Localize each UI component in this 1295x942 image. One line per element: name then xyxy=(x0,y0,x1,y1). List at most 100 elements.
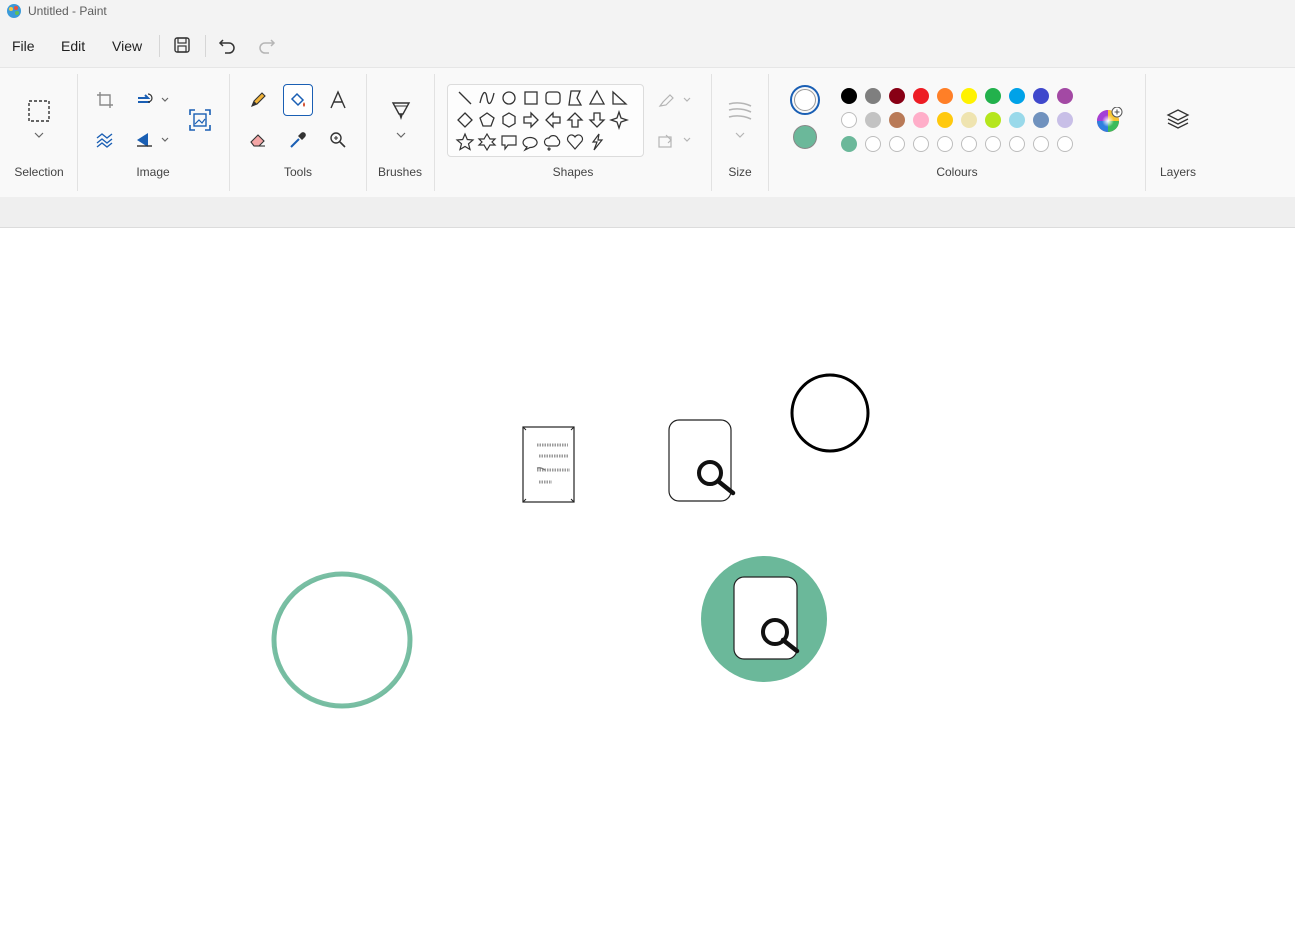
chevron-down-icon[interactable] xyxy=(682,136,692,144)
selection-rectangle-icon xyxy=(28,100,50,122)
five-point-star-shape-icon[interactable] xyxy=(455,132,475,152)
heart-shape-icon[interactable] xyxy=(565,132,585,152)
crop-button[interactable] xyxy=(90,85,120,115)
image-generator-button[interactable] xyxy=(185,105,215,135)
colour-swatch[interactable] xyxy=(913,88,929,104)
right-triangle-shape-icon[interactable] xyxy=(609,88,629,108)
file-menu[interactable]: File xyxy=(12,38,35,54)
empty-colour-swatch[interactable] xyxy=(1009,136,1025,152)
oval-callout-shape-icon[interactable] xyxy=(521,132,541,152)
lightning-shape-icon[interactable] xyxy=(587,132,607,152)
size-lines-icon[interactable] xyxy=(727,100,753,122)
empty-colour-swatch[interactable] xyxy=(1057,136,1073,152)
rectangle-shape-icon[interactable] xyxy=(521,88,541,108)
redo-icon[interactable] xyxy=(256,34,278,56)
colour-swatch[interactable] xyxy=(889,112,905,128)
chevron-down-icon[interactable] xyxy=(33,131,45,139)
colour-swatch[interactable] xyxy=(1057,88,1073,104)
colour-swatch[interactable] xyxy=(961,112,977,128)
document-icon[interactable] xyxy=(522,426,575,503)
edit-menu[interactable]: Edit xyxy=(61,38,85,54)
fill-bucket-button[interactable] xyxy=(283,84,313,116)
left-arrow-shape-icon[interactable] xyxy=(543,110,563,130)
empty-colour-swatch[interactable] xyxy=(889,136,905,152)
color-picker-button[interactable] xyxy=(283,125,313,155)
colour-swatch[interactable] xyxy=(865,112,881,128)
colour-swatch[interactable] xyxy=(841,136,857,152)
rounded-rectangle-shape-icon[interactable] xyxy=(543,88,563,108)
right-arrow-shape-icon[interactable] xyxy=(521,110,541,130)
four-point-star-shape-icon[interactable] xyxy=(609,110,629,130)
pencil-button[interactable] xyxy=(243,85,273,115)
colour-swatch[interactable] xyxy=(985,88,1001,104)
colour-swatch[interactable] xyxy=(1057,112,1073,128)
curve-shape-icon[interactable] xyxy=(477,88,497,108)
chevron-down-icon[interactable] xyxy=(160,96,170,104)
colour-swatch[interactable] xyxy=(961,88,977,104)
six-point-star-shape-icon[interactable] xyxy=(477,132,497,152)
search-document-icon[interactable] xyxy=(668,419,736,502)
magnifier-button[interactable] xyxy=(323,125,353,155)
triangle-shape-icon[interactable] xyxy=(587,88,607,108)
layers-icon[interactable] xyxy=(1164,106,1192,134)
empty-colour-swatch[interactable] xyxy=(865,136,881,152)
empty-colour-swatch[interactable] xyxy=(1033,136,1049,152)
cloud-callout-shape-icon[interactable] xyxy=(543,132,563,152)
shapes-gallery xyxy=(447,84,644,157)
edit-colours-icon[interactable] xyxy=(1095,107,1125,137)
green-search-badge[interactable] xyxy=(701,556,827,682)
rotate-icon xyxy=(138,93,153,103)
colour-swatch[interactable] xyxy=(937,112,953,128)
green-ellipse-shape[interactable] xyxy=(271,571,413,709)
paint-app-icon xyxy=(7,4,21,18)
shape-fill-icon[interactable] xyxy=(657,132,677,150)
view-menu[interactable]: View xyxy=(112,38,142,54)
drawing-canvas[interactable] xyxy=(0,228,1295,942)
colour-swatch[interactable] xyxy=(1009,88,1025,104)
empty-colour-swatch[interactable] xyxy=(961,136,977,152)
window-title: Untitled - Paint xyxy=(28,4,107,18)
selection-button[interactable] xyxy=(24,96,54,126)
colour-swatch[interactable] xyxy=(937,88,953,104)
menu-divider xyxy=(205,35,206,57)
diamond-shape-icon[interactable] xyxy=(455,110,475,130)
eraser-button[interactable] xyxy=(243,125,273,155)
text-button[interactable] xyxy=(323,85,353,115)
primary-colour-swatch[interactable] xyxy=(790,85,820,115)
down-arrow-shape-icon[interactable] xyxy=(587,110,607,130)
chevron-down-icon[interactable] xyxy=(395,131,407,139)
empty-colour-swatch[interactable] xyxy=(937,136,953,152)
shape-outline-icon[interactable] xyxy=(657,92,677,110)
colour-swatch[interactable] xyxy=(1033,112,1049,128)
colour-swatch[interactable] xyxy=(841,112,857,128)
chevron-down-icon[interactable] xyxy=(682,96,692,104)
flip-button[interactable] xyxy=(130,125,160,155)
colour-swatch[interactable] xyxy=(913,112,929,128)
secondary-colour-swatch[interactable] xyxy=(793,125,817,149)
rectangular-callout-shape-icon[interactable] xyxy=(499,132,519,152)
up-arrow-shape-icon[interactable] xyxy=(565,110,585,130)
save-icon[interactable] xyxy=(171,34,193,56)
fill-bucket-icon xyxy=(290,92,305,107)
colour-swatch[interactable] xyxy=(841,88,857,104)
pentagon-shape-icon[interactable] xyxy=(477,110,497,130)
hexagon-shape-icon[interactable] xyxy=(499,110,519,130)
empty-colour-swatch[interactable] xyxy=(985,136,1001,152)
undo-icon[interactable] xyxy=(216,34,238,56)
chevron-down-icon[interactable] xyxy=(734,131,746,139)
colour-swatch[interactable] xyxy=(1033,88,1049,104)
polygon-shape-icon[interactable] xyxy=(565,88,585,108)
line-shape-icon[interactable] xyxy=(455,88,475,108)
chevron-down-icon[interactable] xyxy=(160,136,170,144)
oval-shape-icon[interactable] xyxy=(499,88,519,108)
colour-swatch[interactable] xyxy=(865,88,881,104)
menu-divider xyxy=(159,35,160,57)
black-circle-shape[interactable] xyxy=(790,373,870,453)
colour-swatch[interactable] xyxy=(889,88,905,104)
rotate-button[interactable] xyxy=(130,85,160,115)
resize-button[interactable] xyxy=(90,125,120,155)
colour-swatch[interactable] xyxy=(985,112,1001,128)
colour-swatch[interactable] xyxy=(1009,112,1025,128)
brushes-button[interactable] xyxy=(386,96,416,126)
empty-colour-swatch[interactable] xyxy=(913,136,929,152)
